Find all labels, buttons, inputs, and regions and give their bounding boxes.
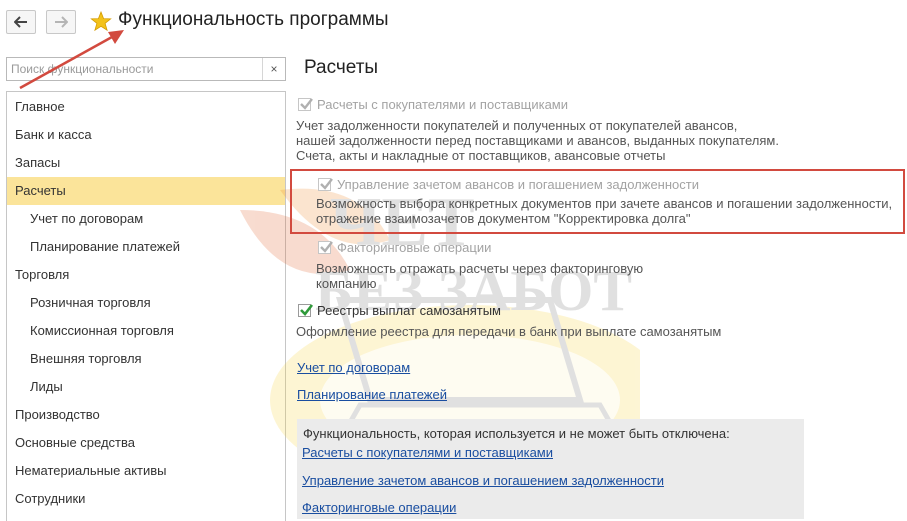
annotation-arrow: [19, 30, 124, 90]
